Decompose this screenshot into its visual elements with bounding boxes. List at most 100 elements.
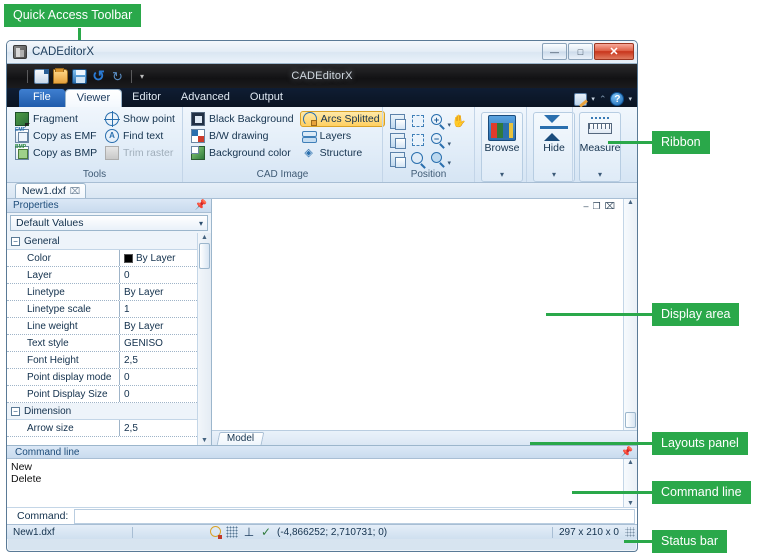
zoom-in-icon[interactable]: + ▾: [430, 113, 451, 130]
object-snap-icon[interactable]: [209, 526, 222, 539]
collapse-icon[interactable]: −: [11, 236, 20, 246]
save-icon[interactable]: [72, 68, 87, 84]
property-value[interactable]: 2,5: [120, 420, 197, 436]
table-row[interactable]: Linetype By Layer: [7, 284, 197, 301]
display-area[interactable]: – ❐ ⌧ ▲ Model: [212, 199, 637, 445]
pin-icon[interactable]: 📌: [195, 200, 207, 211]
scrollbar-thumb[interactable]: [199, 243, 210, 269]
measure-dropdown-caret-icon[interactable]: ▾: [598, 170, 602, 179]
close-button[interactable]: ✕: [594, 43, 634, 60]
property-value[interactable]: 0: [120, 386, 197, 402]
pan-window-icon[interactable]: [389, 113, 406, 130]
button-show-point[interactable]: Show point: [103, 111, 179, 127]
button-measure[interactable]: Measure ▾: [579, 112, 621, 182]
pan-hand-icon[interactable]: ✋: [451, 113, 468, 130]
tab-viewer[interactable]: Viewer: [64, 89, 123, 108]
button-bw-drawing[interactable]: B/W drawing: [189, 128, 298, 144]
status-bar: New1.dxf ⊥ ✓ (-4,866252; 2,710731; 0) 29…: [7, 524, 637, 539]
edit-style-icon[interactable]: [574, 92, 588, 106]
property-value[interactable]: 1: [120, 301, 197, 317]
table-row[interactable]: Arrow size 2,5: [7, 420, 197, 437]
table-row[interactable]: Linetype scale 1: [7, 301, 197, 318]
redo-icon[interactable]: ↻: [110, 69, 125, 84]
zoom-extents-icon[interactable]: [410, 132, 427, 149]
restore-child-icon[interactable]: ❐: [593, 201, 601, 211]
drawing-canvas[interactable]: [212, 213, 637, 430]
property-name: Linetype: [7, 284, 120, 300]
qat-overflow-caret-icon[interactable]: ▾: [140, 72, 144, 81]
tab-output[interactable]: Output: [240, 89, 293, 107]
button-arcs-splitted[interactable]: Arcs Splitted: [299, 111, 385, 127]
command-history[interactable]: New Delete ▲ ▼: [7, 459, 637, 507]
document-tab-new1[interactable]: New1.dxf ⌧: [15, 183, 87, 198]
property-value[interactable]: By Layer: [120, 284, 197, 300]
table-row[interactable]: Font Height 2,5: [7, 352, 197, 369]
table-row[interactable]: Line weight By Layer: [7, 318, 197, 335]
property-value-cell[interactable]: By Layer: [120, 250, 197, 266]
minimize-button[interactable]: —: [542, 43, 567, 60]
property-value[interactable]: GENISO: [120, 335, 197, 351]
button-black-background[interactable]: Black Background: [189, 111, 298, 127]
pin-icon[interactable]: 📌: [621, 447, 633, 458]
property-group-general[interactable]: − General: [7, 233, 197, 250]
zoom-select-icon[interactable]: ▾: [430, 151, 451, 168]
open-icon[interactable]: [53, 67, 68, 84]
button-fragment[interactable]: Fragment: [13, 111, 101, 127]
scroll-down-icon[interactable]: ▼: [627, 500, 634, 507]
close-document-icon[interactable]: ⌧: [70, 186, 80, 197]
property-value[interactable]: 0: [120, 369, 197, 385]
property-value[interactable]: 2,5: [120, 352, 197, 368]
property-value[interactable]: By Layer: [120, 318, 197, 334]
tab-file[interactable]: File: [19, 89, 65, 107]
scroll-down-icon[interactable]: ▼: [201, 437, 208, 444]
hide-dropdown-caret-icon[interactable]: ▾: [552, 170, 556, 179]
table-row[interactable]: Layer 0: [7, 267, 197, 284]
zoom-window-icon[interactable]: [410, 113, 427, 130]
collapse-ribbon-icon[interactable]: ⌃: [599, 94, 607, 105]
command-input[interactable]: [74, 508, 635, 524]
collapse-icon[interactable]: −: [11, 406, 20, 416]
grid-snap-icon[interactable]: [226, 526, 238, 538]
button-layers[interactable]: Layers: [300, 128, 385, 144]
minimize-child-icon[interactable]: –: [584, 201, 589, 211]
table-row[interactable]: Point display mode 0: [7, 369, 197, 386]
new-icon[interactable]: [34, 68, 49, 84]
resize-grip-icon[interactable]: [625, 527, 635, 537]
button-copy-as-bmp[interactable]: Copy as BMP: [13, 144, 101, 161]
table-row[interactable]: Text style GENISO: [7, 335, 197, 352]
maximize-button[interactable]: □: [568, 43, 593, 60]
help-icon[interactable]: ?: [610, 92, 625, 106]
close-child-icon[interactable]: ⌧: [605, 201, 615, 211]
properties-selector[interactable]: Default Values ▾: [10, 215, 208, 231]
tab-editor[interactable]: Editor: [122, 89, 171, 107]
zoom-previous-icon[interactable]: [410, 151, 427, 168]
rotate-icon[interactable]: [389, 151, 406, 168]
tab-advanced[interactable]: Advanced: [171, 89, 240, 107]
scroll-up-icon[interactable]: ▲: [627, 199, 634, 206]
button-browse[interactable]: Browse ▾: [481, 112, 523, 182]
table-row[interactable]: Point Display Size 0: [7, 386, 197, 403]
copy-view-icon[interactable]: [389, 132, 406, 149]
button-copy-as-emf[interactable]: Copy as EMF: [13, 127, 101, 144]
edit-style-caret-icon[interactable]: ▾: [591, 95, 595, 103]
help-caret-icon[interactable]: ▾: [628, 95, 632, 103]
property-value[interactable]: 0: [120, 267, 197, 283]
button-hide[interactable]: Hide ▾: [533, 112, 575, 182]
ortho-icon[interactable]: ⊥: [243, 526, 255, 538]
scroll-up-icon[interactable]: ▲: [627, 459, 634, 466]
command-history-scrollbar[interactable]: ▲ ▼: [623, 459, 637, 507]
layout-tab-model[interactable]: Model: [216, 432, 265, 445]
button-structure[interactable]: ◈ Structure: [300, 145, 385, 161]
properties-scrollbar[interactable]: ▲ ▼: [197, 233, 211, 445]
button-background-color[interactable]: Background color: [189, 145, 298, 161]
scrollbar-thumb[interactable]: [625, 412, 636, 428]
browse-dropdown-caret-icon[interactable]: ▾: [500, 170, 504, 179]
property-group-dimension[interactable]: − Dimension: [7, 403, 197, 420]
button-find-text[interactable]: A Find text: [103, 128, 179, 144]
scroll-up-icon[interactable]: ▲: [201, 234, 208, 241]
undo-icon[interactable]: ↺: [91, 69, 106, 84]
polar-tracking-icon[interactable]: ✓: [260, 526, 272, 538]
table-row[interactable]: Color By Layer: [7, 250, 197, 267]
chevron-down-icon[interactable]: ▾: [199, 219, 203, 228]
zoom-out-icon[interactable]: − ▾: [430, 132, 451, 149]
